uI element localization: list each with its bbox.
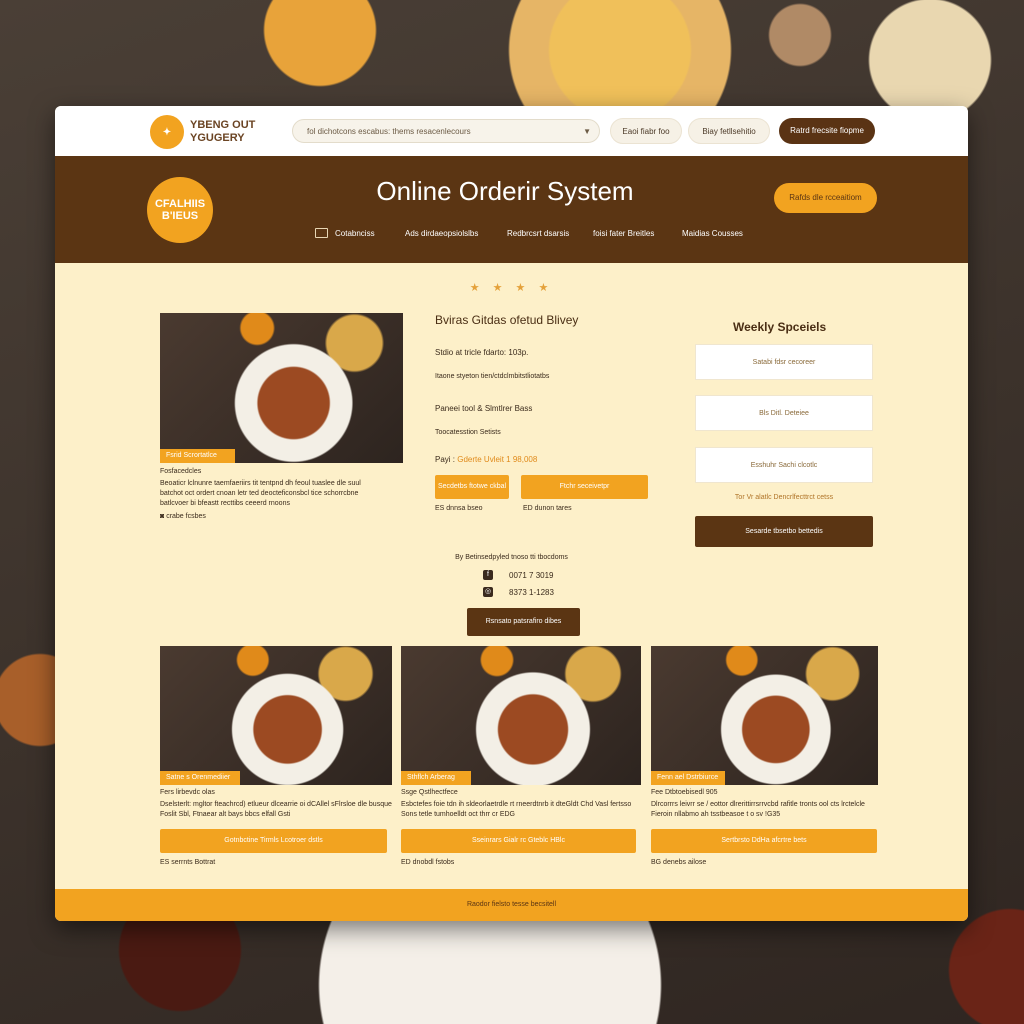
contact-phone-1: 0071 7 3019 [509,571,554,580]
footer-bar[interactable]: Raodor fielsto tesse becsitell [55,889,968,921]
product-desc-line-1: Dselsterlt: mgltor fteachrcd) etlueur dl… [160,801,392,808]
featured-dish-image[interactable] [160,313,403,463]
product-image[interactable] [401,646,641,785]
nav-item-2[interactable]: Ads dirdaeopsiolslbs [405,229,478,238]
instagram-icon[interactable]: ◎ [483,587,493,597]
logo-text: CFALHIIS B'IEUS [154,198,206,222]
nav-item-1[interactable]: Cotabnciss [335,229,375,238]
top-button-2[interactable]: Biay fetllsehitio [688,118,770,144]
contact-phone-2: 8373 1-1283 [509,588,554,597]
rating-stars: ★ ★ ★ ★ [469,282,554,294]
weekly-special-item[interactable]: Bls Ditl. Deteiee [695,395,873,431]
featured-desc-line-1: Beoaticr lclnunre taemfaeriirs tit tentp… [160,480,361,487]
featured-meta-text: crabe fcsbes [166,513,206,520]
featured-description: Beoaticr lclnunre taemfaeriirs tit tentp… [160,479,405,509]
product-description: Dlrcorrrs leivrr se / eottor dlrerittirr… [651,800,878,820]
weekly-special-item[interactable]: Satabi fdsr cecoreer [695,344,873,380]
nav-item-3[interactable]: Redbrcsrt dsarsis [507,229,569,238]
product-desc-line-1: Esbctefes foie tdn ih sldeorlaetrdle rt … [401,801,632,808]
featured-meta: ◙ crabe fcsbes [160,513,206,520]
product-desc-line-1: Dlrcorrrs leivrr se / eottor dlrerittirr… [651,801,865,808]
brand-name[interactable]: YBENG OUT YGUGERY [190,119,280,145]
featured-detail-1: Stdio at tricle fdarto: 103p. [435,348,529,357]
weekly-specials-title: Weekly Spceiels [733,320,827,334]
brand-line-1: YBENG OUT [190,119,256,131]
product-desc-line-2: Fieroin nllabmo ah tsstbeasoe t o sv !G3… [651,811,781,818]
featured-heading: Bviras Gitdas ofetud Blivey [435,313,579,327]
product-tag: Satne s Orenmediier [160,771,240,785]
product-meta: ED dnobdl fstobs [401,859,455,866]
featured-button-a[interactable]: Secdetbs ftotwe ckbal [435,475,509,499]
featured-button-b[interactable]: Ftchr seceivetpr [521,475,648,499]
price-value: Gderte Uvleit 1 98,008 [457,455,538,464]
contact-title: By Betinsedpyled tnoso tti tbocdoms [455,554,568,561]
top-button-3[interactable]: Ratrd frecsite fiopme [779,118,875,144]
nav-item-4[interactable]: foisi fater Breitles [593,229,654,238]
product-title: Fers lirbevdc olas [160,789,215,796]
product-tag: Fenn ael Dstrbiurce [651,771,725,785]
product-image[interactable] [651,646,878,785]
logo-icon[interactable]: ✦ [150,115,184,149]
brand-line-2: YGUGERY [190,132,245,144]
featured-meta-b: ED dunon tares [523,505,572,512]
featured-dish-tag: Fsrid Scrortatlce [160,449,235,463]
weekly-specials-button[interactable]: Sesarde tbsetbo bettedis [695,516,873,547]
featured-subheading: Paneei tool & Slmtlrer Bass [435,404,533,413]
featured-label: Fosfacedcles [160,468,202,475]
product-title: Ssge Qstlhectfece [401,789,458,796]
top-bar: ✦ YBENG OUT YGUGERY fol dichotcons escab… [55,106,968,156]
weekly-special-item[interactable]: Esshuhr Sachi clcotlc [695,447,873,483]
header-cta-button[interactable]: Rafds dle rcceaitiom [774,183,877,213]
website-panel: ✦ YBENG OUT YGUGERY fol dichotcons escab… [55,106,968,921]
site-header: CFALHIIS B'IEUS Online Orderir System Ra… [55,156,968,263]
search-placeholder: fol dichotcons escabus: thems resacenlec… [307,127,471,136]
featured-meta-a: ES dnnsa bseo [435,505,483,512]
facebook-icon[interactable]: f [483,570,493,580]
featured-desc-line-3: batlcvoer bi bfeastt recttibs ceeerd rno… [160,500,290,507]
featured-detail-3: Toocatesstion Setists [435,429,501,436]
product-desc-line-2: Sons tetle tumhoelldt oct thrr cr EDG [401,811,515,818]
product-image[interactable] [160,646,392,785]
nav-item-5[interactable]: Maidias Cousses [682,229,743,238]
product-tag: Sthflch Arberag [401,771,471,785]
page-title: Online Orderir System [376,176,634,206]
price-label: Payi : [435,455,456,464]
contact-button[interactable]: Rsnsato patsrafiro dibes [467,608,580,636]
product-description: Esbctefes foie tdn ih sldeorlaetrdle rt … [401,800,641,820]
product-meta: BG denebs ailose [651,859,707,866]
search-input[interactable]: fol dichotcons escabus: thems resacenlec… [292,119,600,143]
product-title: Fee Dtbtoebisedl 905 [651,789,718,796]
product-meta: ES serrnts Bottrat [160,859,216,866]
featured-desc-line-2: batchot oct ordert cnoan letr ted deocte… [160,490,359,497]
product-button[interactable]: Gotnbctine Tirmls Lcotroer dstls [160,829,387,853]
product-description: Dselsterlt: mgltor fteachrcd) etlueur dl… [160,800,392,820]
menu-icon[interactable] [315,228,328,238]
chevron-down-icon[interactable]: ▼ [583,120,591,144]
site-logo[interactable]: CFALHIIS B'IEUS [147,177,213,243]
featured-detail-2: Itaone styeton tien/ctdclmbitstliotatbs [435,373,550,380]
weekly-note: Tor Vr alatlc Dencrlfecttrct cetss [734,494,834,501]
product-button[interactable]: Sertbrsto DdHa afcrtre bets [651,829,877,853]
product-button[interactable]: Sseinrars Gialr rc Gteblc HBlc [401,829,636,853]
product-desc-line-2: Foslit Sbl, Ftnaear alt bays bbcs elfall… [160,811,291,818]
top-button-1[interactable]: Eaoi fiabr foo [610,118,682,144]
featured-price: Payi : Gderte Uvleit 1 98,008 [435,455,537,465]
